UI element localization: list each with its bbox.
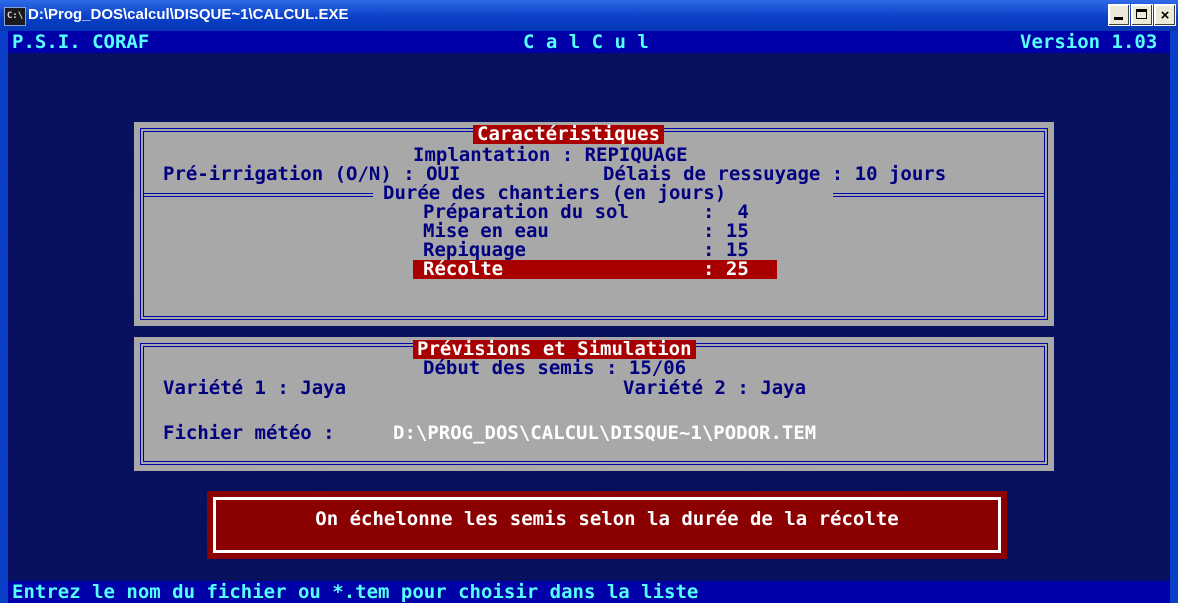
console-app-icon[interactable]: C:\: [4, 7, 26, 26]
previsions-panel: Prévisions et Simulation Début des semis…: [134, 337, 1054, 471]
window-border-left: [0, 31, 8, 603]
status-bar: Entrez le nom du fichier ou *.tem pour c…: [8, 581, 1170, 603]
window-border-right: [1170, 31, 1178, 603]
header-right: Version 1.03: [1020, 31, 1158, 53]
caracteristiques-panel: Caractéristiques Implantation : REPIQUAG…: [134, 122, 1054, 326]
variete1-field[interactable]: Variété 1 : Jaya: [163, 379, 346, 398]
row-value-recolte[interactable]: : 25: [703, 260, 749, 279]
header-center: C a l C u l: [523, 31, 649, 53]
maximize-icon: [1136, 9, 1147, 19]
caracteristiques-title: Caractéristiques: [473, 125, 665, 144]
variete2-field[interactable]: Variété 2 : Jaya: [623, 379, 806, 398]
header-bar: P.S.I. CORAF C a l C u l Version 1.03: [8, 31, 1170, 53]
status-text: Entrez le nom du fichier ou *.tem pour c…: [12, 581, 699, 603]
message-box: On échelonne les semis selon la durée de…: [207, 491, 1007, 559]
message-text: On échelonne les semis selon la durée de…: [315, 508, 899, 530]
window-title: D:\Prog_DOS\calcul\DISQUE~1\CALCUL.EXE: [28, 6, 349, 23]
minimize-button[interactable]: [1108, 4, 1130, 26]
header-left: P.S.I. CORAF: [12, 31, 150, 53]
close-button[interactable]: ×: [1154, 4, 1176, 26]
fichier-meteo-label: Fichier météo :: [163, 422, 335, 444]
console-window: C:\ D:\Prog_DOS\calcul\DISQUE~1\CALCUL.E…: [0, 0, 1178, 603]
row-label-recolte[interactable]: Récolte: [423, 260, 503, 279]
maximize-button[interactable]: [1131, 4, 1153, 26]
window-titlebar[interactable]: C:\ D:\Prog_DOS\calcul\DISQUE~1\CALCUL.E…: [0, 0, 1178, 31]
close-icon: ×: [1160, 7, 1170, 24]
separator-right: [833, 193, 1045, 197]
debut-semis-field[interactable]: Début des semis : 15/06: [423, 359, 686, 378]
fichier-meteo-input[interactable]: D:\PROG_DOS\CALCUL\DISQUE~1\PODOR.TEM: [393, 424, 816, 443]
console-area[interactable]: P.S.I. CORAF C a l C u l Version 1.03 Ca…: [8, 31, 1170, 603]
minimize-icon: [1114, 17, 1123, 20]
separator-left: [143, 193, 373, 197]
